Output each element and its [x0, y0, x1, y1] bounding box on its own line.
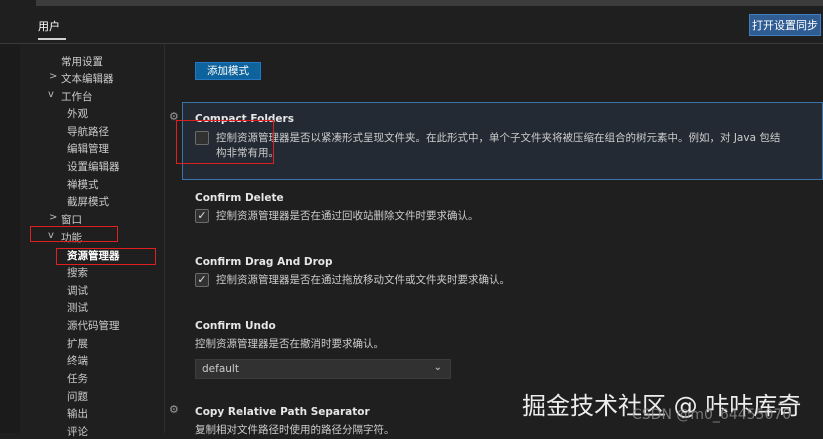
annotation-highlight-checkbox	[176, 120, 274, 164]
confirm-undo-select[interactable]: default ⌄	[195, 359, 451, 379]
sidebar-item-terminal[interactable]: 终端	[67, 353, 88, 368]
sidebar-item-zen-mode[interactable]: 禅模式	[67, 177, 99, 192]
sidebar-item-breadcrumbs[interactable]: 导航路径	[67, 124, 109, 139]
sidebar-item-scm[interactable]: 源代码管理	[67, 318, 120, 333]
sidebar-item-problems[interactable]: 问题	[67, 389, 88, 404]
setting-title-confirm-undo: Confirm Undo	[195, 320, 276, 332]
settings-content: 添加模式 ⚙ Compact Folders 控制资源管理器是否以紧凑形式呈现文…	[166, 44, 823, 436]
watermark-csdn: CSDN @m0_64455070	[632, 407, 792, 423]
sidebar-item-debug[interactable]: 调试	[67, 283, 88, 298]
gear-icon[interactable]: ⚙	[169, 403, 179, 416]
annotation-highlight-explorer	[56, 248, 156, 265]
setting-desc-confirm-drag-and-drop: 控制资源管理器是否在通过拖放移动文件或文件夹时要求确认。	[216, 274, 510, 286]
setting-title-confirm-drag-and-drop: Confirm Drag And Drop	[195, 256, 333, 268]
add-pattern-button[interactable]: 添加模式	[195, 62, 261, 80]
setting-desc-compact-folders: 控制资源管理器是否以紧凑形式呈现文件夹。在此形式中，单个子文件夹将被压缩在组合的…	[216, 132, 781, 159]
sidebar-item-search[interactable]: 搜索	[67, 265, 88, 280]
confirm-drag-and-drop-checkbox[interactable]: ✓	[195, 273, 209, 287]
confirm-undo-select-value: default	[202, 363, 239, 375]
sidebar-item-settings-editor[interactable]: 设置编辑器	[67, 159, 120, 174]
sidebar-item-common[interactable]: 常用设置	[61, 54, 103, 69]
sidebar-item-workbench[interactable]: 工作台	[61, 89, 93, 104]
sidebar-item-text-editor[interactable]: 文本编辑器	[61, 71, 114, 86]
sidebar-item-extensions[interactable]: 扩展	[67, 336, 88, 351]
setting-title-copy-relative-path-separator: Copy Relative Path Separator	[195, 406, 370, 418]
left-gutter	[0, 44, 20, 433]
setting-desc-confirm-delete: 控制资源管理器是否在通过回收站删除文件时要求确认。	[216, 210, 479, 222]
tab-user-underline	[38, 38, 66, 40]
sidebar-item-tasks[interactable]: 任务	[67, 371, 88, 386]
chevron-right-icon[interactable]: >	[49, 212, 57, 223]
sidebar-item-output[interactable]: 输出	[67, 406, 88, 421]
confirm-delete-checkbox[interactable]: ✓	[195, 209, 209, 223]
setting-title-confirm-delete: Confirm Delete	[195, 192, 284, 204]
sidebar-item-editor-management[interactable]: 编辑管理	[67, 141, 109, 156]
sidebar-item-comments[interactable]: 评论	[67, 424, 88, 439]
sidebar-item-testing[interactable]: 测试	[67, 300, 88, 315]
chevron-down-icon: ⌄	[433, 362, 442, 373]
settings-toc-tree: 常用设置 > 文本编辑器 v 工作台 外观 导航路径 编辑管理 设置编辑器 禅模…	[20, 44, 166, 438]
sidebar-item-window[interactable]: 窗口	[61, 212, 82, 227]
setting-desc-confirm-undo: 控制资源管理器是否在撤消时要求确认。	[195, 338, 384, 350]
sidebar-item-appearance[interactable]: 外观	[67, 106, 88, 121]
open-settings-sync-button[interactable]: 打开设置同步	[749, 14, 821, 36]
tab-user[interactable]: 用户	[38, 18, 60, 34]
chevron-down-icon[interactable]: v	[48, 89, 54, 100]
setting-desc-copy-relative-path-separator: 复制相对文件路径时使用的路径分隔字符。	[195, 424, 395, 436]
annotation-highlight-features	[30, 226, 118, 242]
sidebar-item-screencast-mode[interactable]: 截屏模式	[67, 194, 109, 209]
settings-tabbar: 用户 打开设置同步	[0, 6, 823, 40]
chevron-right-icon[interactable]: >	[49, 71, 57, 82]
toc-divider	[164, 44, 165, 433]
